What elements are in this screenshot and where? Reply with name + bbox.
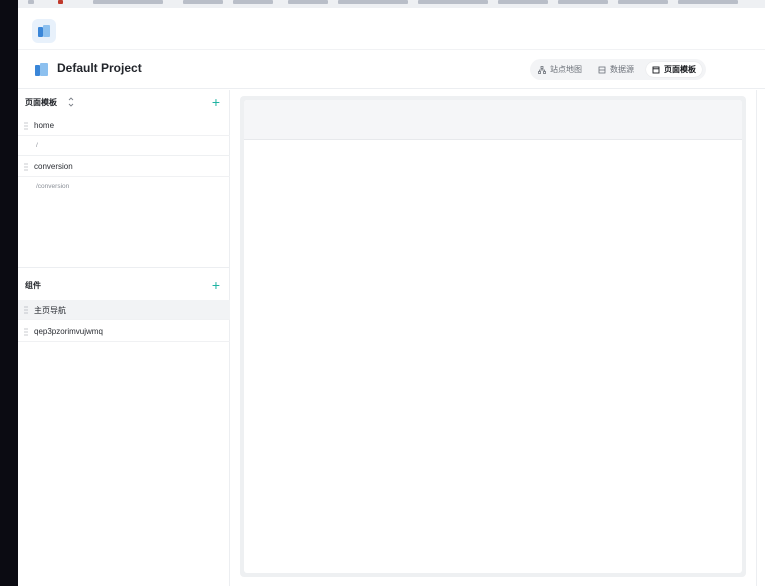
drag-handle-icon[interactable] [24,163,28,171]
pages-section-title: 页面模板 [25,98,57,107]
component-item-label: 主页导航 [34,306,66,315]
sitemap-icon [538,65,546,74]
canvas-page[interactable] [244,100,742,573]
page-path-home: / [18,137,230,156]
page-path: /conversion [36,183,70,190]
template-icon [652,66,660,73]
page-item-home[interactable]: home [18,116,230,136]
right-panel-edge [756,90,757,586]
add-page-icon[interactable]: + [212,95,220,109]
database-icon [598,66,606,73]
component-item-label: qep3pzorimvujwmq [34,327,103,336]
add-component-icon[interactable]: + [212,278,220,292]
pages-section-header: 页面模板 + [18,92,230,112]
app-window: Default Project 站点地图 数据源 页面模板 页面模板 + hom… [18,8,765,586]
page-path-conversion: /conversion [18,178,230,197]
component-item-qep3[interactable]: qep3pzorimvujwmq [18,322,230,342]
project-title: Default Project [57,61,142,75]
editor-canvas [240,96,746,577]
project-icon [34,61,50,77]
drag-handle-icon[interactable] [24,328,28,336]
component-item-home-nav[interactable]: 主页导航 [18,300,230,320]
components-section-title: 组件 [25,281,41,290]
tab-page-templates[interactable]: 页面模板 [646,62,702,77]
page-item-label: conversion [34,162,73,171]
components-section-header: 组件 + [18,275,230,295]
view-switcher: 站点地图 数据源 页面模板 [530,59,706,80]
page-item-label: home [34,121,55,130]
drag-handle-icon[interactable] [24,122,28,130]
drag-handle-icon[interactable] [24,306,28,314]
bookmarks-bar [18,0,765,8]
project-bar: Default Project 站点地图 数据源 页面模板 [18,51,765,89]
canvas-header-block[interactable] [244,100,742,140]
sidebar: 页面模板 + home / conversion /conversion 组件 … [18,90,230,586]
app-logo-icon[interactable] [32,19,56,43]
tab-sitemap-label: 站点地图 [550,65,582,74]
page-item-conversion[interactable]: conversion [18,157,230,177]
section-divider [18,267,230,268]
page-path: / [36,142,38,149]
tab-datasource-label: 数据源 [610,65,634,74]
sort-icon[interactable] [67,97,75,107]
tab-sitemap[interactable]: 站点地图 [532,62,588,77]
tab-page-templates-label: 页面模板 [664,65,696,74]
top-bar [18,8,765,50]
tab-datasource[interactable]: 数据源 [592,62,640,77]
